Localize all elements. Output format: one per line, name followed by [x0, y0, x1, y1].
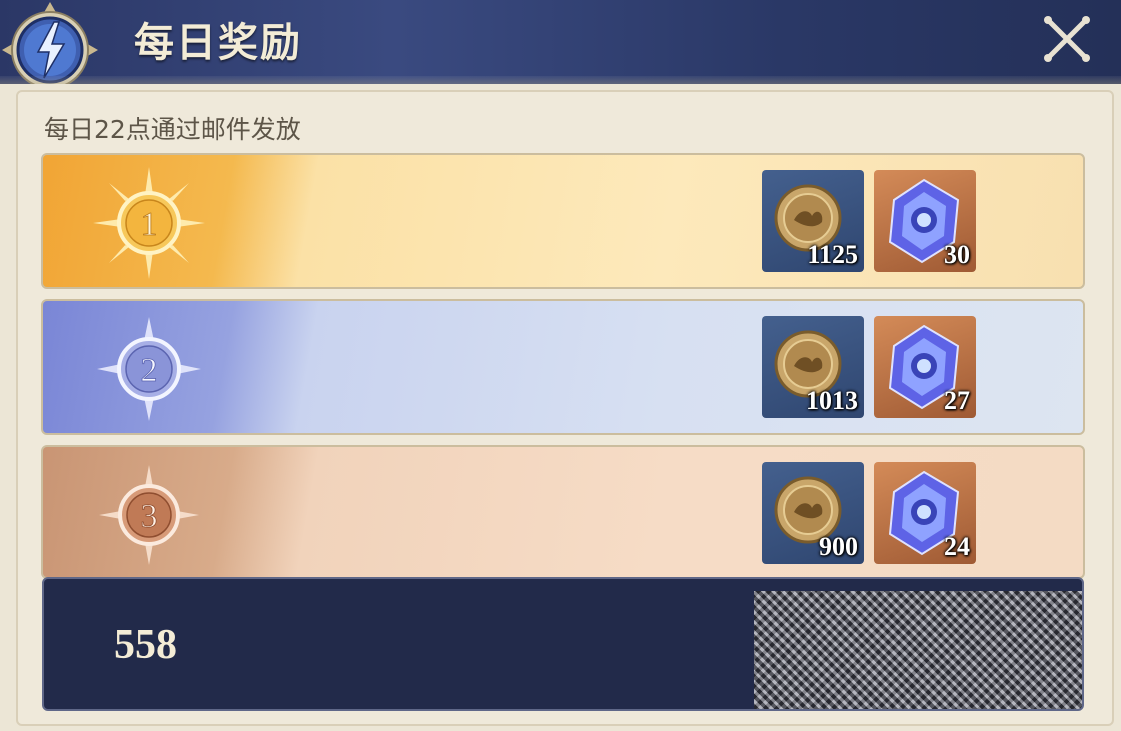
coin-reward-slot[interactable]: 1013 [762, 316, 864, 418]
gem-reward-slot[interactable]: 24 [874, 462, 976, 564]
gem-quantity: 27 [944, 386, 970, 415]
rank-row-3: 3 900 24 [41, 445, 1085, 579]
gold-rank-badge-icon: 1 [93, 167, 205, 279]
coin-quantity: 1013 [806, 386, 858, 415]
mail-notice-text: 每日22点通过邮件发放 [44, 115, 301, 144]
rank-row-2: 2 1013 27 [41, 299, 1085, 435]
gem-quantity: 24 [944, 532, 970, 561]
rank-number: 3 [141, 498, 158, 535]
coin-quantity: 900 [819, 532, 858, 561]
my-rank-row: 558 [42, 577, 1084, 711]
gem-quantity: 30 [944, 240, 970, 269]
my-rank-number: 558 [114, 622, 177, 668]
close-icon[interactable] [1038, 10, 1096, 68]
coin-reward-slot[interactable]: 1125 [762, 170, 864, 272]
header-bar: 每日奖励 [0, 0, 1121, 98]
gem-reward-slot[interactable]: 27 [874, 316, 976, 418]
rank-row-1: 1 1125 30 [41, 153, 1085, 289]
rank-number: 1 [141, 206, 158, 243]
silver-rank-badge-icon: 2 [97, 317, 201, 421]
page-title: 每日奖励 [134, 20, 302, 66]
coin-reward-slot[interactable]: 900 [762, 462, 864, 564]
rank-number: 2 [141, 352, 158, 389]
bronze-rank-badge-icon: 3 [99, 465, 199, 565]
obscured-rewards-area [754, 591, 1082, 709]
coin-quantity: 1125 [807, 240, 858, 269]
gem-reward-slot[interactable]: 30 [874, 170, 976, 272]
